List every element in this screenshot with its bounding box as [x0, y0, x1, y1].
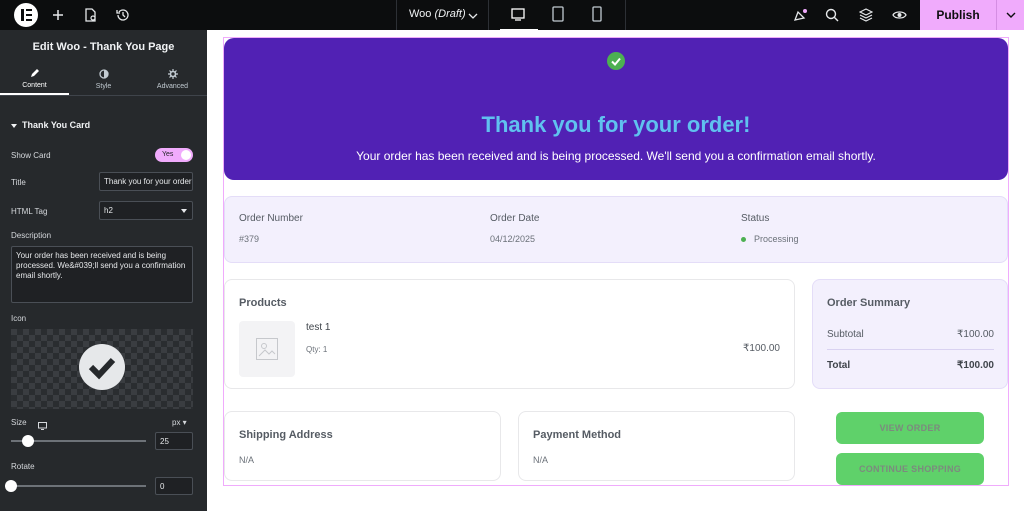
- publish-button[interactable]: Publish: [920, 0, 996, 30]
- html-tag-label: HTML Tag: [11, 207, 48, 216]
- status-dot: [741, 236, 746, 242]
- size-unit-select[interactable]: px ▾: [172, 418, 187, 427]
- caret-down-icon: [11, 123, 17, 128]
- panel-title: Edit Woo - Thank You Page: [32, 41, 175, 53]
- payment-value: N/A: [533, 455, 549, 465]
- product-qty: Qty: 1: [306, 345, 328, 354]
- history-icon[interactable]: [113, 5, 133, 25]
- order-number: Order Number #379: [239, 213, 303, 244]
- summary-heading: Order Summary: [827, 297, 911, 309]
- shipping-address-card: Shipping Address N/A: [224, 411, 501, 481]
- thank-you-card[interactable]: Thank you for your order! Your order has…: [224, 38, 1008, 180]
- order-status: Status Processing: [741, 213, 799, 244]
- gear-icon: [167, 69, 178, 79]
- rotate-input[interactable]: 0: [155, 477, 193, 495]
- divider: [625, 0, 626, 30]
- thank-you-title: Thank you for your order!: [481, 112, 751, 137]
- divider: [827, 349, 994, 350]
- mobile-view-icon[interactable]: [589, 5, 605, 23]
- continue-shopping-button[interactable]: CONTINUE SHOPPING: [836, 453, 984, 485]
- tab-style[interactable]: Style: [69, 64, 138, 95]
- tablet-view-icon[interactable]: [550, 5, 566, 23]
- show-card-toggle[interactable]: Yes: [155, 148, 193, 162]
- rotate-slider[interactable]: [11, 485, 146, 487]
- size-input[interactable]: 25: [155, 432, 193, 450]
- preview-eye-icon[interactable]: [889, 5, 909, 25]
- page-settings-icon[interactable]: [80, 5, 100, 25]
- document-title[interactable]: Woo (Draft): [409, 8, 466, 20]
- check-circle-icon: [79, 344, 125, 390]
- view-order-button[interactable]: VIEW ORDER: [836, 412, 984, 444]
- elementor-logo-icon[interactable]: [14, 3, 38, 27]
- products-heading: Products: [239, 297, 287, 309]
- total-row: Total ₹100.00: [827, 360, 994, 371]
- add-element-icon[interactable]: [48, 5, 68, 25]
- order-info-box: Order Number #379 Order Date 04/12/2025 …: [224, 196, 1008, 263]
- tab-content[interactable]: Content: [0, 64, 69, 95]
- desktop-view-icon[interactable]: [500, 5, 538, 31]
- description-textarea[interactable]: Your order has been received and is bein…: [11, 246, 193, 303]
- status-badge: Processing: [754, 234, 799, 244]
- shipping-value: N/A: [239, 455, 255, 465]
- description-label: Description: [11, 231, 52, 240]
- thank-you-description: Your order has been received and is bein…: [356, 149, 876, 163]
- chevron-down-icon[interactable]: [463, 6, 483, 26]
- order-date: Order Date 04/12/2025: [490, 213, 540, 244]
- icon-label: Icon: [11, 314, 27, 323]
- payment-method-card: Payment Method N/A: [518, 411, 795, 481]
- size-label: Size: [11, 418, 27, 427]
- order-summary-card: Order Summary Subtotal ₹100.00 Total ₹100.…: [812, 279, 1008, 389]
- caret-down-icon: [181, 209, 187, 213]
- rotate-slider-handle[interactable]: [5, 480, 17, 492]
- shipping-heading: Shipping Address: [239, 429, 333, 441]
- rotate-label: Rotate: [11, 462, 35, 471]
- show-card-label: Show Card: [11, 151, 51, 160]
- divider: [488, 0, 489, 30]
- top-bar: Woo (Draft) Publish: [0, 0, 1024, 31]
- search-icon[interactable]: [822, 5, 842, 25]
- product-thumbnail: [239, 321, 295, 377]
- notifications-icon[interactable]: [790, 5, 810, 25]
- panel-tabs: Content Style Advanced: [0, 64, 207, 96]
- editor-panel: Edit Woo - Thank You Page Content Style …: [0, 30, 207, 511]
- icon-picker[interactable]: [11, 329, 193, 409]
- half-circle-icon: [98, 69, 109, 79]
- product-price: ₹100.00: [743, 343, 780, 354]
- products-card: Products test 1 Qty: 1 ₹100.00: [224, 279, 795, 389]
- tab-advanced[interactable]: Advanced: [138, 64, 207, 95]
- layers-icon[interactable]: [856, 5, 876, 25]
- subtotal-row: Subtotal ₹100.00: [827, 329, 994, 340]
- payment-heading: Payment Method: [533, 429, 622, 441]
- chevron-down-icon: [1006, 12, 1015, 18]
- pencil-icon: [30, 69, 39, 77]
- title-label: Title: [11, 178, 26, 187]
- publish-options-button[interactable]: [996, 0, 1024, 30]
- product-name: test 1: [306, 322, 331, 333]
- size-slider-handle[interactable]: [22, 435, 34, 447]
- divider: [396, 0, 397, 30]
- title-input[interactable]: Thank you for your order!: [99, 172, 193, 191]
- section-toggle-thank-you-card[interactable]: Thank You Card: [11, 120, 90, 130]
- responsive-desktop-icon[interactable]: [38, 417, 47, 435]
- check-circle-icon: [607, 52, 625, 70]
- html-tag-select[interactable]: h2: [99, 201, 193, 220]
- image-placeholder-icon: [256, 338, 278, 360]
